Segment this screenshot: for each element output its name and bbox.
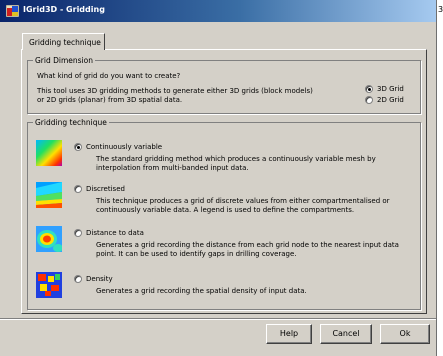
cancel-button[interactable]: Cancel <box>320 324 372 344</box>
gridding-dialog: IGrid3D - Gridding Gridding technique Gr… <box>0 0 437 356</box>
continuously-variable-label[interactable]: Continuously variable <box>86 143 162 151</box>
continuously-variable-desc-line2: interpolation from multi-banded input da… <box>96 164 249 172</box>
igrid3d-app-icon <box>6 5 19 17</box>
radio-2d-grid-label[interactable]: 2D Grid <box>377 96 404 104</box>
radio-3d-grid[interactable] <box>365 85 373 93</box>
gridding-technique-legend: Gridding technique <box>35 118 107 127</box>
radio-distance-to-data[interactable] <box>74 229 82 237</box>
button-separator <box>0 318 436 320</box>
ok-button[interactable]: Ok <box>380 324 430 344</box>
grid-dimension-question: What kind of grid do you want to create? <box>37 72 181 80</box>
radio-2d-grid[interactable] <box>365 96 373 104</box>
grid-dimension-desc-line2: or 2D grids (planar) from 3D spatial dat… <box>37 96 183 104</box>
radio-continuously-variable[interactable] <box>74 143 82 151</box>
distance-surface-icon <box>36 226 62 252</box>
continuous-surface-icon <box>36 140 62 166</box>
density-label[interactable]: Density <box>86 275 113 283</box>
discretised-desc-line2: continuously variable data. A legend is … <box>96 206 355 214</box>
discretised-surface-icon <box>36 182 62 208</box>
radio-3d-grid-label[interactable]: 3D Grid <box>377 85 404 93</box>
density-surface-icon <box>36 272 62 298</box>
tab-gridding-technique[interactable]: Gridding technique <box>22 33 105 50</box>
distance-to-data-desc-line2: point. It can be used to identify gaps i… <box>96 250 297 258</box>
help-button[interactable]: Help <box>266 324 312 344</box>
grid-dimension-legend: Grid Dimension <box>35 56 93 65</box>
distance-to-data-desc-line1: Generates a grid recording the distance … <box>96 241 399 249</box>
grid-dimension-group: Grid Dimension <box>27 56 421 114</box>
density-desc-line1: Generates a grid recording the spatial d… <box>96 287 307 295</box>
window-title: IGrid3D - Gridding <box>23 5 105 14</box>
discretised-desc-line1: This technique produces a grid of discre… <box>96 197 390 205</box>
radio-discretised[interactable] <box>74 185 82 193</box>
continuously-variable-desc-line1: The standard gridding method which produ… <box>96 155 376 163</box>
distance-to-data-label[interactable]: Distance to data <box>86 229 144 237</box>
discretised-label[interactable]: Discretised <box>86 185 125 193</box>
tab-label: Gridding technique <box>29 38 101 47</box>
grid-dimension-desc-line1: This tool uses 3D gridding methods to ge… <box>37 87 313 95</box>
title-bar[interactable]: IGrid3D - Gridding <box>0 0 436 22</box>
radio-density[interactable] <box>74 275 82 283</box>
background-window-fragment: 3 <box>438 5 443 14</box>
